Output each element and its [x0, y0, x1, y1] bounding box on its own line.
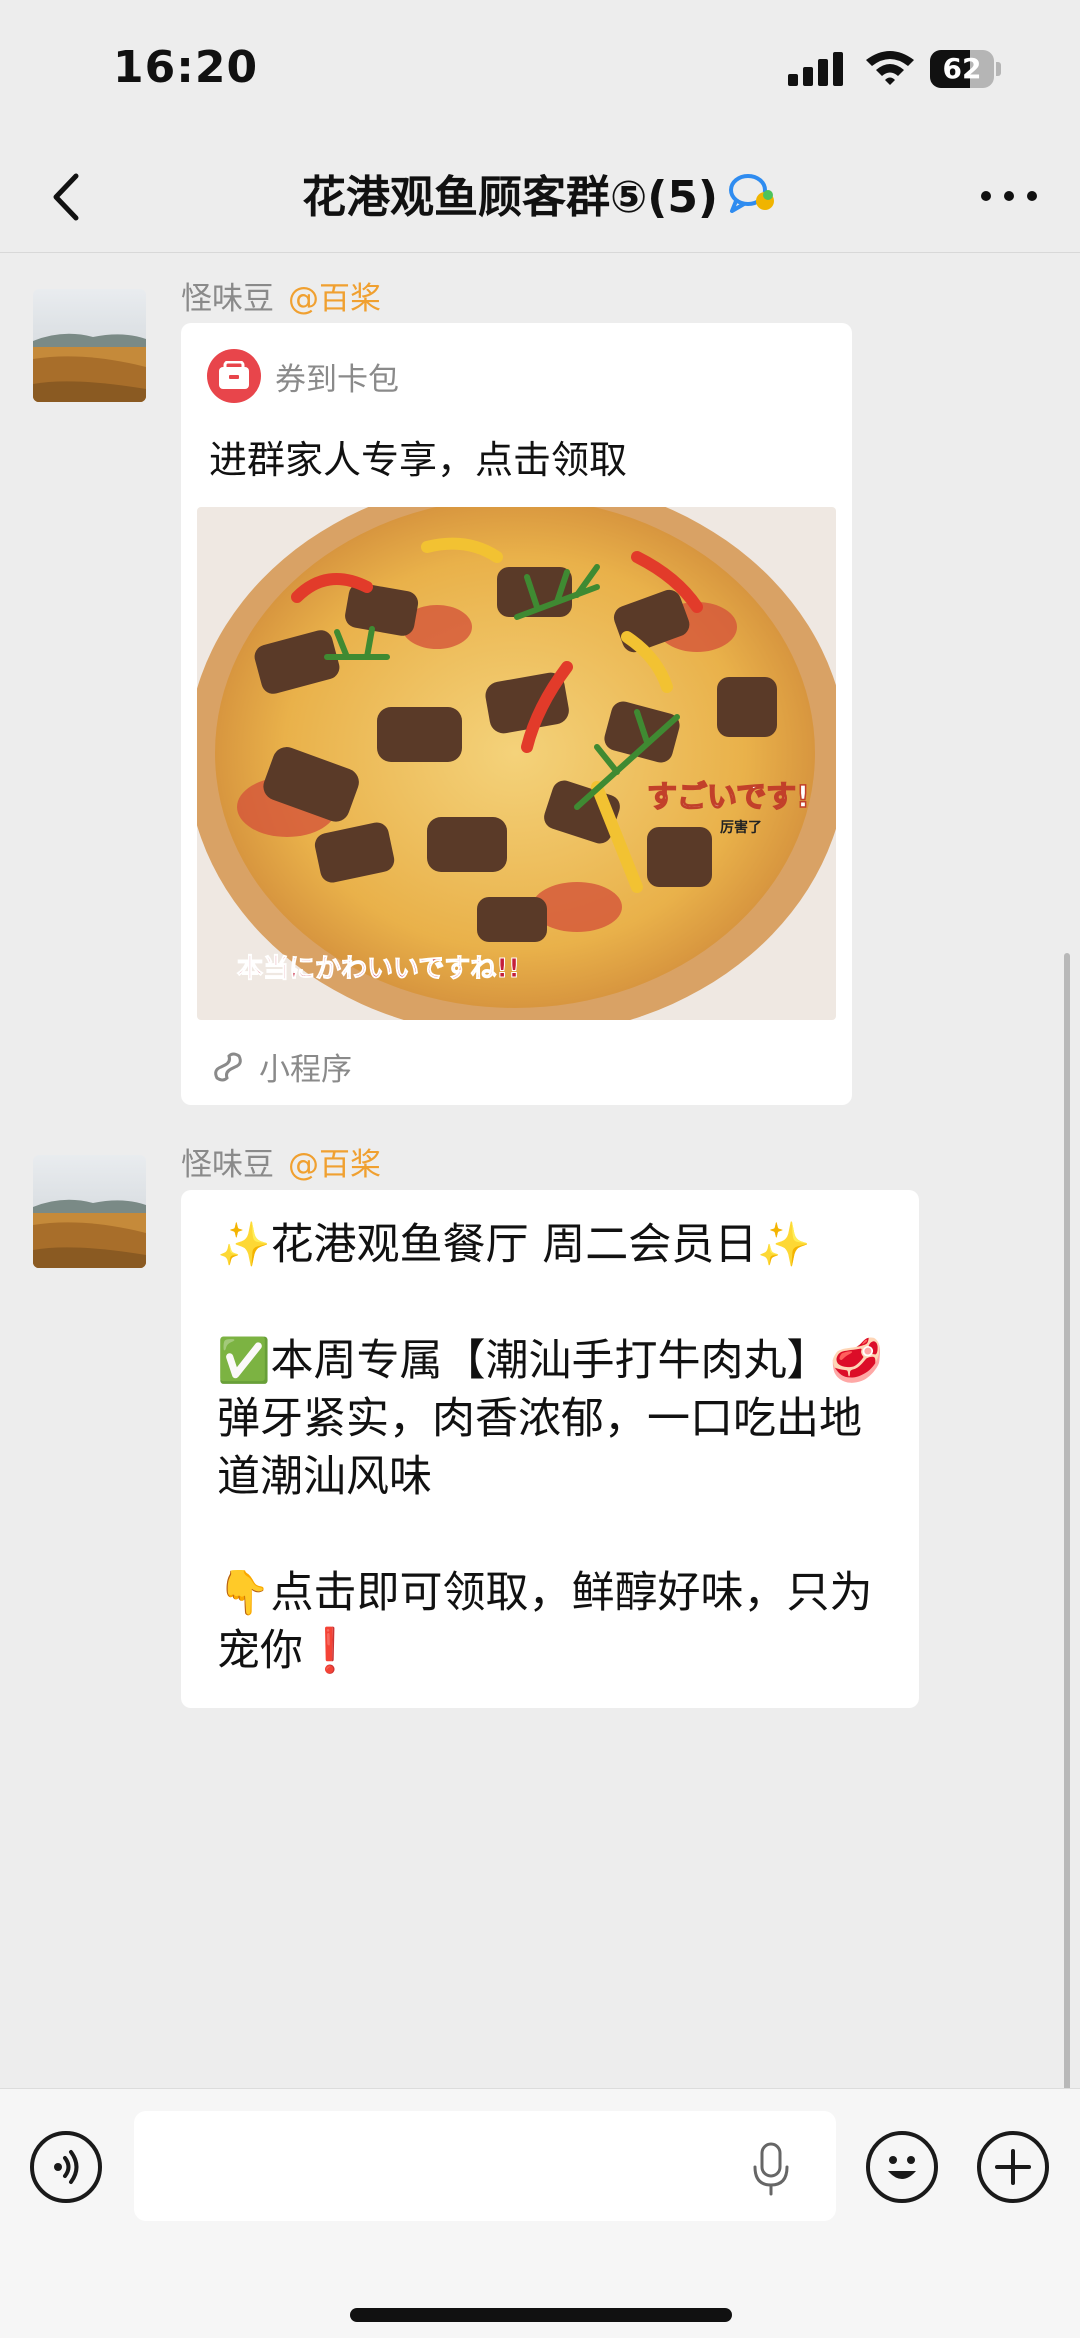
chat-area[interactable]: 怪味豆 @百桨 券到卡包 进群家人专享，点击领取 すごいです! 厉害了 本当にか…: [0, 253, 1080, 2333]
input-bar: [0, 2088, 1080, 2338]
card-title: 进群家人专享，点击领取: [209, 438, 628, 482]
back-icon[interactable]: [40, 162, 100, 232]
message-line: 👇点击即可领取，鲜醇好味，只为宠你❗️: [217, 1568, 873, 1676]
voice-toggle-button[interactable]: [30, 2131, 102, 2203]
wifi-icon: [866, 51, 914, 85]
sender-name: 怪味豆 @百桨: [181, 273, 381, 318]
avatar[interactable]: [33, 1155, 146, 1268]
cellular-signal-icon: [788, 52, 843, 86]
sender-nickname: 怪味豆: [181, 281, 274, 317]
image-caption-kawaii: 本当にかわいいですね!!: [237, 954, 520, 984]
message-line: ✅本周专属【潮汕手打牛肉丸】🥩弹牙紧实，肉香浓郁，一口吃出地道潮汕风味: [217, 1336, 884, 1502]
landscape-avatar-image: [33, 289, 146, 402]
landscape-avatar-image: [33, 1155, 146, 1268]
battery-percent: 62: [942, 52, 982, 85]
image-caption-sugoi: すごいです!: [647, 780, 810, 815]
plus-button[interactable]: [977, 2131, 1049, 2203]
pizza-image: すごいです! 厉害了 本当にかわいいですね!!: [197, 507, 836, 1020]
status-bar: 16:20 62: [0, 0, 1080, 140]
message-line: ✨花港观鱼餐厅 周二会员日✨: [217, 1220, 811, 1270]
plus-icon: [995, 2149, 1031, 2185]
image-caption-lihai: 厉害了: [720, 819, 762, 836]
home-indicator[interactable]: [350, 2308, 732, 2322]
mic-icon[interactable]: [751, 2141, 791, 2197]
mention-tag[interactable]: @百桨: [288, 281, 381, 317]
chat-title-area[interactable]: 花港观鱼顾客群⑤(5): [150, 158, 930, 228]
avatar[interactable]: [33, 289, 146, 402]
text-message-bubble[interactable]: ✨花港观鱼餐厅 周二会员日✨ ✅本周专属【潮汕手打牛肉丸】🥩弹牙紧实，肉香浓郁，…: [181, 1190, 919, 1708]
status-time: 16:20: [113, 42, 259, 93]
message-input[interactable]: [134, 2111, 836, 2221]
card-footer: 小程序: [211, 1044, 352, 1089]
sender-nickname: 怪味豆: [181, 1147, 274, 1183]
chat-title: 花港观鱼顾客群⑤(5): [301, 172, 719, 223]
mini-program-label: 小程序: [259, 1052, 352, 1088]
coupon-wallet-logo-icon: [207, 349, 261, 403]
emoji-icon: [888, 2156, 916, 2179]
mini-program-icon: [214, 1052, 242, 1081]
battery-indicator: 62: [930, 50, 1001, 88]
card-source-name: 券到卡包: [275, 361, 399, 398]
voice-icon: [54, 2150, 79, 2184]
more-icon[interactable]: [970, 176, 1050, 216]
mini-program-card[interactable]: 券到卡包 进群家人专享，点击领取 すごいです! 厉害了 本当にかわいいですね!!…: [181, 323, 852, 1105]
nav-bar: 花港观鱼顾客群⑤(5): [0, 140, 1080, 253]
emoji-button[interactable]: [866, 2131, 938, 2203]
group-chat-icon: [729, 174, 775, 213]
sender-name: 怪味豆 @百桨: [181, 1139, 381, 1184]
mention-tag[interactable]: @百桨: [288, 1147, 381, 1183]
